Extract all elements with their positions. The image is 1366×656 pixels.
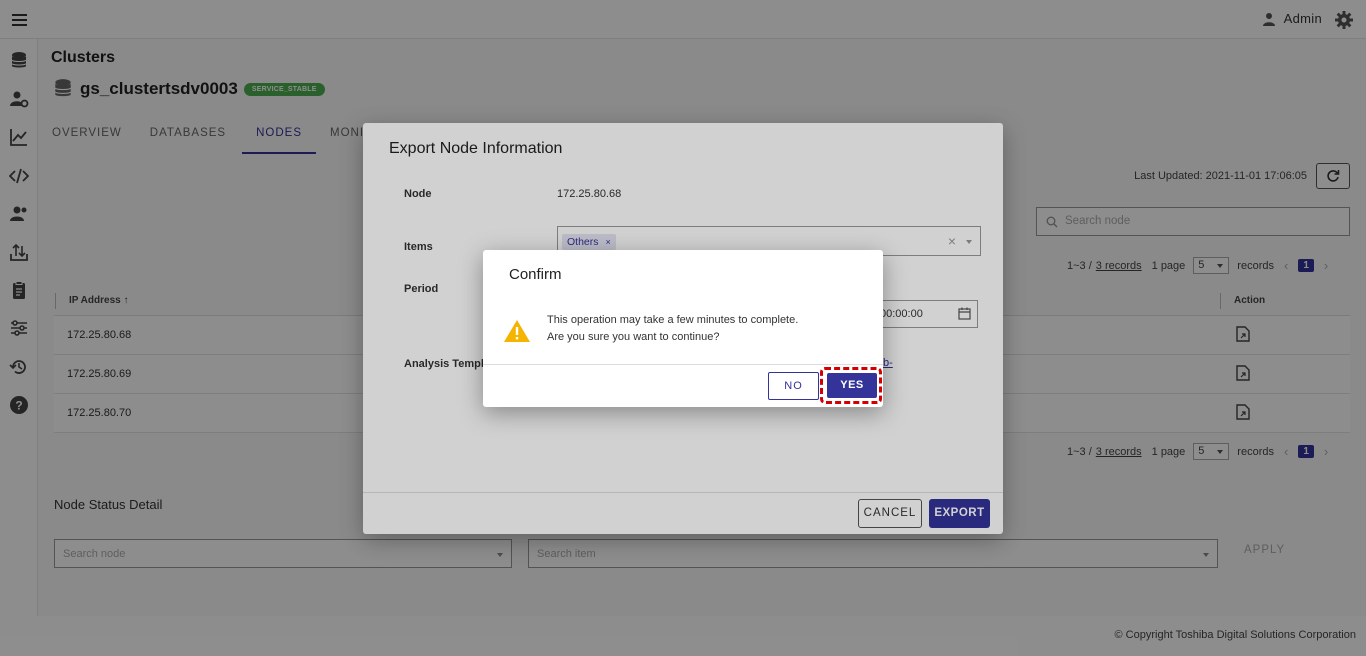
confirm-title: Confirm <box>509 266 562 283</box>
divider <box>483 364 883 365</box>
confirm-message-line1: This operation may take a few minutes to… <box>547 314 799 326</box>
confirm-message-line2: Are you sure you want to continue? <box>547 331 720 343</box>
yes-button-highlight: YES <box>820 367 882 404</box>
warning-icon <box>504 320 530 342</box>
no-button[interactable]: NO <box>768 372 819 400</box>
confirm-dialog: Confirm This operation may take a few mi… <box>483 250 883 407</box>
yes-button[interactable]: YES <box>827 373 877 398</box>
